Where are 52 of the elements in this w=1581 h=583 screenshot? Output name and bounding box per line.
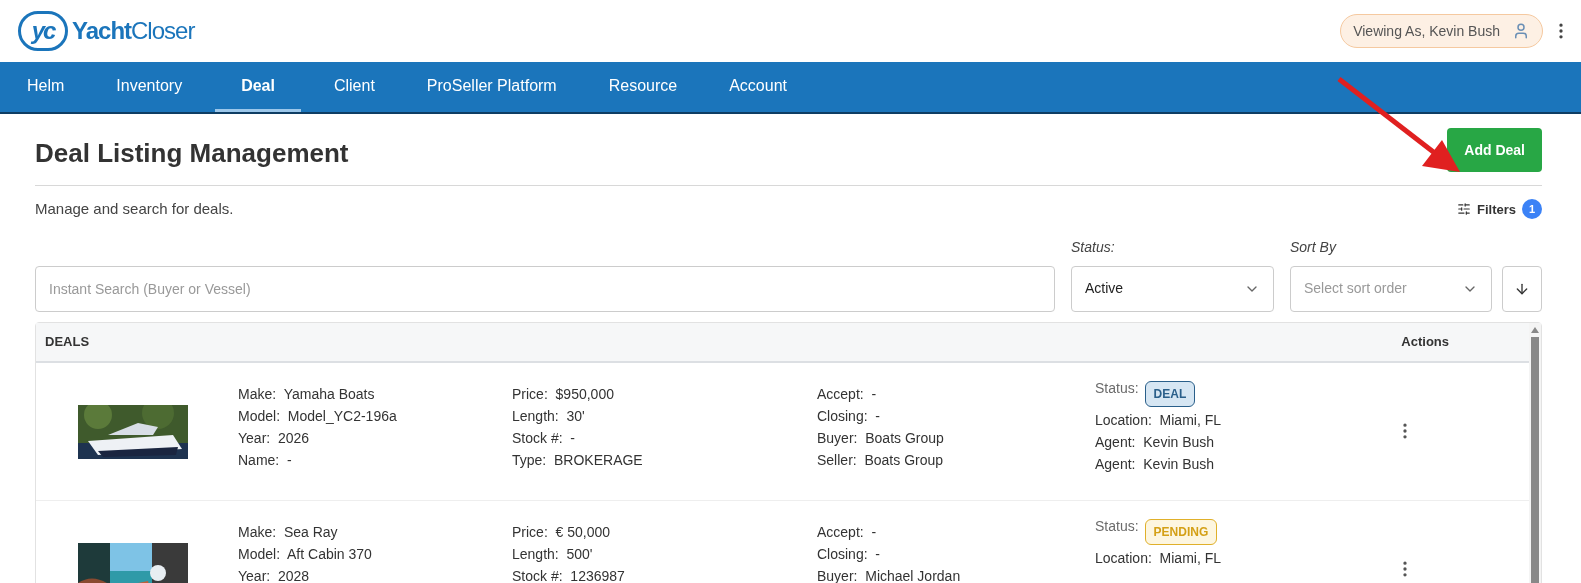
status-select[interactable]: Active [1071,265,1274,312]
nav-tab[interactable]: Deal [215,62,301,112]
detail-line: Buyer: Michael Jordan [817,566,961,583]
detail-line: Year: 2028 [238,566,310,583]
detail-line: Location: Miami, FL [1095,410,1222,430]
detail-line: Name: - [238,450,292,470]
filters-button[interactable]: Filters 1 [1457,199,1542,220]
sort-label: Sort By [1290,237,1338,257]
detail-line: Year: 2026 [238,428,310,448]
detail-line: Length: 500' [512,544,593,564]
detail-line: Model: Model_YC2-196a [238,406,397,426]
status-badge: PENDING [1144,518,1218,545]
filter-count: 1 [1522,199,1542,220]
nav-tab[interactable]: Client [314,62,394,112]
detail-line: Price: € 50,000 [512,522,611,542]
detail-line: Stock #: 1236987 [512,566,625,583]
nav-tab[interactable]: Account [710,62,806,112]
detail-line: Agent: Kevin Bush [1095,432,1215,452]
viewing-as-button[interactable]: Viewing As, Kevin Bush [1340,14,1543,48]
nav-tab[interactable]: Resource [589,62,697,112]
add-deal-button[interactable]: Add Deal [1447,128,1542,172]
detail-line: Make: Yamaha Boats [238,384,375,404]
page-subtitle: Manage and search for deals. [35,199,234,219]
sort-select[interactable]: Select sort order [1290,265,1492,312]
field-label: Status: [1095,378,1139,398]
column-header: DEALS [45,332,90,351]
status-label: Status: [1071,237,1116,257]
detail-line: Closing: - [817,406,881,426]
sliders-icon [1457,202,1471,217]
nav-tab[interactable]: ProSeller Platform [407,62,576,112]
detail-line: Agent: Kevin Bush [1095,454,1215,474]
nav-tab[interactable]: Inventory [97,62,202,112]
user-icon [1512,22,1530,40]
nav-tab[interactable]: Helm [8,62,84,112]
field-label: Status: [1095,516,1139,536]
detail-line: Type: BROKERAGE [512,450,643,470]
detail-line: Length: 30' [512,406,585,426]
detail-line: Stock #: - [512,428,576,448]
detail-line: Accept: - [817,522,877,542]
detail-line: Make: Sea Ray [238,522,338,542]
page-title: Deal Listing Management [35,137,349,170]
search-field[interactable]: Instant Search (Buyer or Vessel) [35,265,1055,312]
detail-line: Buyer: Boats Group [817,428,944,448]
detail-line: Location: Miami, FL [1095,548,1222,568]
detail-line: Price: $950,000 [512,384,614,404]
status-badge: DEAL [1144,380,1196,407]
detail-line: Closing: - [817,544,881,564]
logo[interactable]: yc YachtCloser [18,11,195,51]
detail-line: Seller: Boats Group [817,450,944,470]
detail-line: Accept: - [817,384,877,404]
detail-line: Model: Aft Cabin 370 [238,544,372,564]
column-header: Actions [1401,332,1449,351]
